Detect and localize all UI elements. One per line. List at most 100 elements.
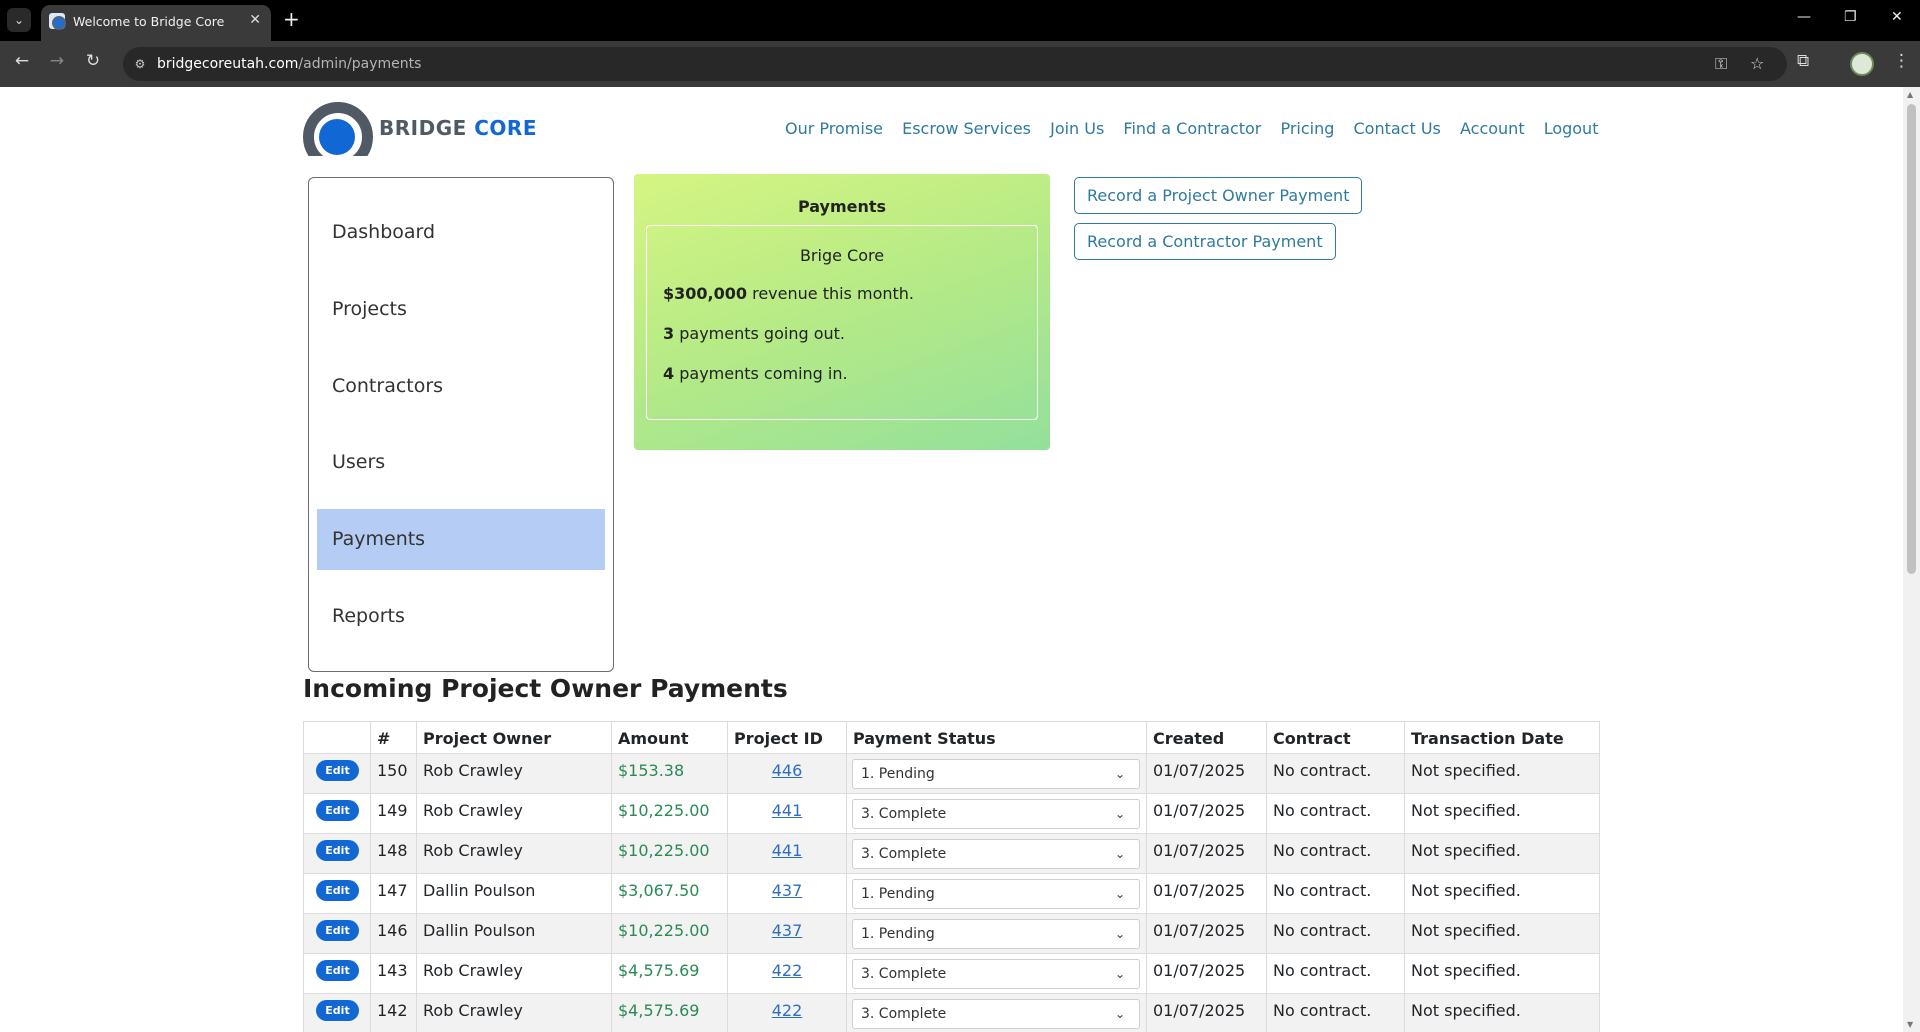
project-id-link-value[interactable]: 441 [772,841,803,860]
extensions-icon[interactable]: ⧉ [1797,51,1809,71]
payment-number-value: 148 [377,841,408,860]
payment-status-select[interactable]: 1. Pending ⌄ [852,919,1140,949]
site-logo[interactable]: BRIDGE CORE [303,102,543,156]
record-contractor-payment-button[interactable]: Record a Contractor Payment [1074,223,1336,260]
page-scrollbar[interactable]: ▲ ▼ [1903,87,1920,1032]
card-title: Payments [797,197,887,216]
table-row: Edit 148 Rob Crawley $10,225.00 441 3. Comple… [303,834,1600,874]
scroll-up-icon[interactable]: ▲ [1907,90,1913,99]
edit-button[interactable]: Edit [316,1000,359,1021]
sidebar-item-reports[interactable]: Reports [317,586,605,647]
payment-amount: $153.38 [611,754,727,793]
created-date-value: 01/07/2025 [1153,921,1246,940]
payment-number: 149 [370,794,416,833]
incoming-stat: 4 payments coming in. [663,364,848,383]
project-id-link-value[interactable]: 422 [772,1001,803,1020]
transaction-date: Not specified. [1404,874,1600,913]
table-header-row: # Project Owner Amount Project ID Paymen… [303,721,1600,754]
status-cell: 3. Complete ⌄ [846,994,1146,1032]
nav-escrow-services[interactable]: Escrow Services [902,119,1031,138]
project-id-link: 441 [727,794,846,833]
outgoing-stat: 3 payments going out. [663,324,845,343]
header-transaction-date: Transaction Date [1404,722,1600,753]
sidebar-item-projects[interactable]: Projects [317,279,605,340]
more-menu-icon[interactable]: ⋮ [1893,51,1910,71]
status-cell: 1. Pending ⌄ [846,874,1146,913]
bookmark-star-icon[interactable]: ☆ [1750,54,1764,73]
chevron-down-icon: ⌄ [1114,967,1125,981]
browser-tab[interactable]: Welcome to Bridge Core ✕ [41,5,271,41]
project-id-link-value[interactable]: 441 [772,801,803,820]
edit-cell: Edit [303,834,370,873]
transaction-date-value: Not specified. [1411,761,1521,780]
nav-join-us[interactable]: Join Us [1050,119,1104,138]
edit-button[interactable]: Edit [316,920,359,941]
page-content: BRIDGE CORE Our Promise Escrow Services … [0,87,1903,1032]
site-info-icon[interactable]: ⚙ [131,55,149,73]
payment-amount: $3,067.50 [611,874,727,913]
project-owner: Dallin Poulson [416,874,611,913]
sidebar-item-payments[interactable]: Payments [317,509,605,570]
nav-our-promise[interactable]: Our Promise [785,119,883,138]
minimize-icon[interactable]: — [1797,9,1811,25]
restore-icon[interactable]: ❐ [1844,9,1857,25]
payment-status-select[interactable]: 3. Complete ⌄ [852,999,1140,1029]
status-value: 1. Pending [861,766,935,782]
logo-mark-icon [303,102,373,156]
nav-pricing[interactable]: Pricing [1280,119,1334,138]
tab-search-icon[interactable]: ⌄ [7,8,31,32]
payment-status-select[interactable]: 1. Pending ⌄ [852,879,1140,909]
scroll-down-icon[interactable]: ▼ [1907,1020,1913,1029]
payment-amount-value: $10,225.00 [618,801,710,820]
status-value: 3. Complete [861,846,947,862]
nav-account[interactable]: Account [1460,119,1525,138]
back-icon[interactable]: ← [9,51,35,71]
table-row: Edit 146 Dallin Poulson $10,225.00 437 1. Pen… [303,914,1600,954]
project-id-link-value[interactable]: 422 [772,961,803,980]
nav-find-contractor[interactable]: Find a Contractor [1123,119,1261,138]
address-bar[interactable]: ⚙ bridgecoreutah.com/admin/payments ⚿ ☆ [123,47,1787,81]
edit-button[interactable]: Edit [316,760,359,781]
transaction-date-value: Not specified. [1411,1001,1521,1020]
edit-cell: Edit [303,914,370,953]
project-id-link-value[interactable]: 446 [772,761,803,780]
created-date-value: 01/07/2025 [1153,761,1246,780]
close-window-icon[interactable]: ✕ [1891,9,1903,25]
profile-avatar[interactable] [1850,52,1874,76]
edit-button[interactable]: Edit [316,880,359,901]
payment-number-value: 143 [377,961,408,980]
project-owner-value: Rob Crawley [423,841,523,860]
reload-icon[interactable]: ↻ [80,51,106,71]
new-tab-icon[interactable]: + [283,7,300,31]
password-key-icon[interactable]: ⚿ [1715,54,1727,74]
close-tab-icon[interactable]: ✕ [249,12,261,28]
logo-text: BRIDGE CORE [379,116,537,140]
nav-contact-us[interactable]: Contact Us [1354,119,1441,138]
transaction-date: Not specified. [1404,994,1600,1032]
header-created: Created [1146,722,1266,753]
payment-status-select[interactable]: 3. Complete ⌄ [852,959,1140,989]
edit-button[interactable]: Edit [316,840,359,861]
table-row: Edit 143 Rob Crawley $4,575.69 422 3. Complet… [303,954,1600,994]
sidebar-item-contractors[interactable]: Contractors [317,356,605,417]
chevron-down-icon: ⌄ [1114,927,1125,941]
payment-amount-value: $3,067.50 [618,881,700,900]
edit-button[interactable]: Edit [316,800,359,821]
payment-status-select[interactable]: 1. Pending ⌄ [852,759,1140,789]
project-owner: Rob Crawley [416,794,611,833]
sidebar-item-users[interactable]: Users [317,432,605,493]
forward-icon[interactable]: → [44,51,70,71]
project-id-link: 437 [727,874,846,913]
record-owner-payment-button[interactable]: Record a Project Owner Payment [1074,177,1363,214]
edit-button[interactable]: Edit [316,960,359,981]
sidebar-item-dashboard[interactable]: Dashboard [317,202,605,263]
contract-cell: No contract. [1266,794,1404,833]
contract-cell: No contract. [1266,874,1404,913]
project-id-link-value[interactable]: 437 [772,881,803,900]
project-id-link-value[interactable]: 437 [772,921,803,940]
payment-amount: $10,225.00 [611,914,727,953]
payment-status-select[interactable]: 3. Complete ⌄ [852,839,1140,869]
nav-logout[interactable]: Logout [1544,119,1599,138]
scroll-thumb[interactable] [1907,104,1916,574]
payment-status-select[interactable]: 3. Complete ⌄ [852,799,1140,829]
